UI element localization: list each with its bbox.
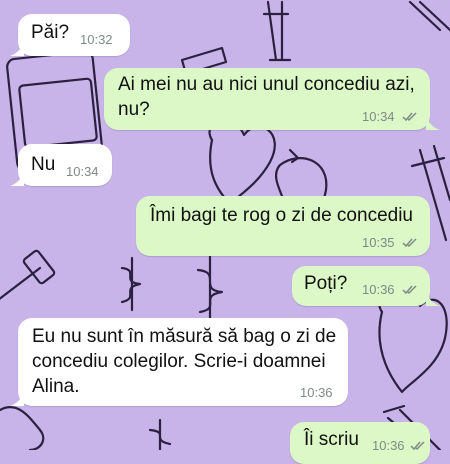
message-bubble-incoming[interactable]: Nu 10:34 <box>18 144 112 186</box>
message-bubble-outgoing[interactable]: Îmi bagi te rog o zi de concediu 10:35 <box>136 196 430 256</box>
message-text-line: Eu nu sunt în măsură să bag o zi de <box>32 326 337 347</box>
message-text: Păi? <box>31 22 70 43</box>
message-text-line: Ai mei nu au nici unul concediu azi, <box>118 74 415 95</box>
read-receipt-icon <box>402 285 417 295</box>
message-bubble-incoming[interactable]: Eu nu sunt în măsură să bag o zi de conc… <box>18 318 348 406</box>
message-bubble-incoming[interactable]: Păi? 10:32 <box>18 14 130 56</box>
bubble-tail <box>426 118 440 130</box>
dumbbell-icon <box>0 249 56 300</box>
read-receipt-icon <box>402 112 417 122</box>
message-text: Poți? <box>304 273 348 294</box>
bubble-tail <box>10 174 24 186</box>
read-receipt-icon <box>402 238 417 248</box>
message-time: 10:36 <box>362 282 395 297</box>
crutch-icon <box>262 0 450 62</box>
message-time: 10:36 <box>372 438 405 453</box>
bubble-tail <box>426 294 440 306</box>
bubble-tail <box>10 44 24 56</box>
message-time: 10:34 <box>66 164 99 179</box>
message-text: Nu <box>31 154 56 175</box>
message-time: 10:35 <box>362 235 395 250</box>
message-bubble-outgoing[interactable]: Poți? 10:36 <box>292 266 430 306</box>
message-bubble-outgoing[interactable]: Ai mei nu au nici unul concediu azi, nu?… <box>104 68 430 130</box>
message-time: 10:36 <box>300 385 333 400</box>
message-text-line: concediu colegilor. Scrie-i doamnei <box>32 351 326 372</box>
message-text-line: Alina. <box>32 376 80 397</box>
stethoscope-icon <box>0 406 45 450</box>
message-text-line: nu? <box>118 99 150 120</box>
message-bubble-outgoing[interactable]: Îi scriu 10:36 <box>290 422 430 464</box>
message-text: Îi scriu <box>304 429 359 450</box>
bubble-tail <box>10 394 24 406</box>
message-text: Îmi bagi te rog o zi de concediu <box>150 205 413 226</box>
read-receipt-icon <box>410 441 425 451</box>
message-time: 10:32 <box>80 32 113 47</box>
message-time: 10:34 <box>362 109 395 124</box>
